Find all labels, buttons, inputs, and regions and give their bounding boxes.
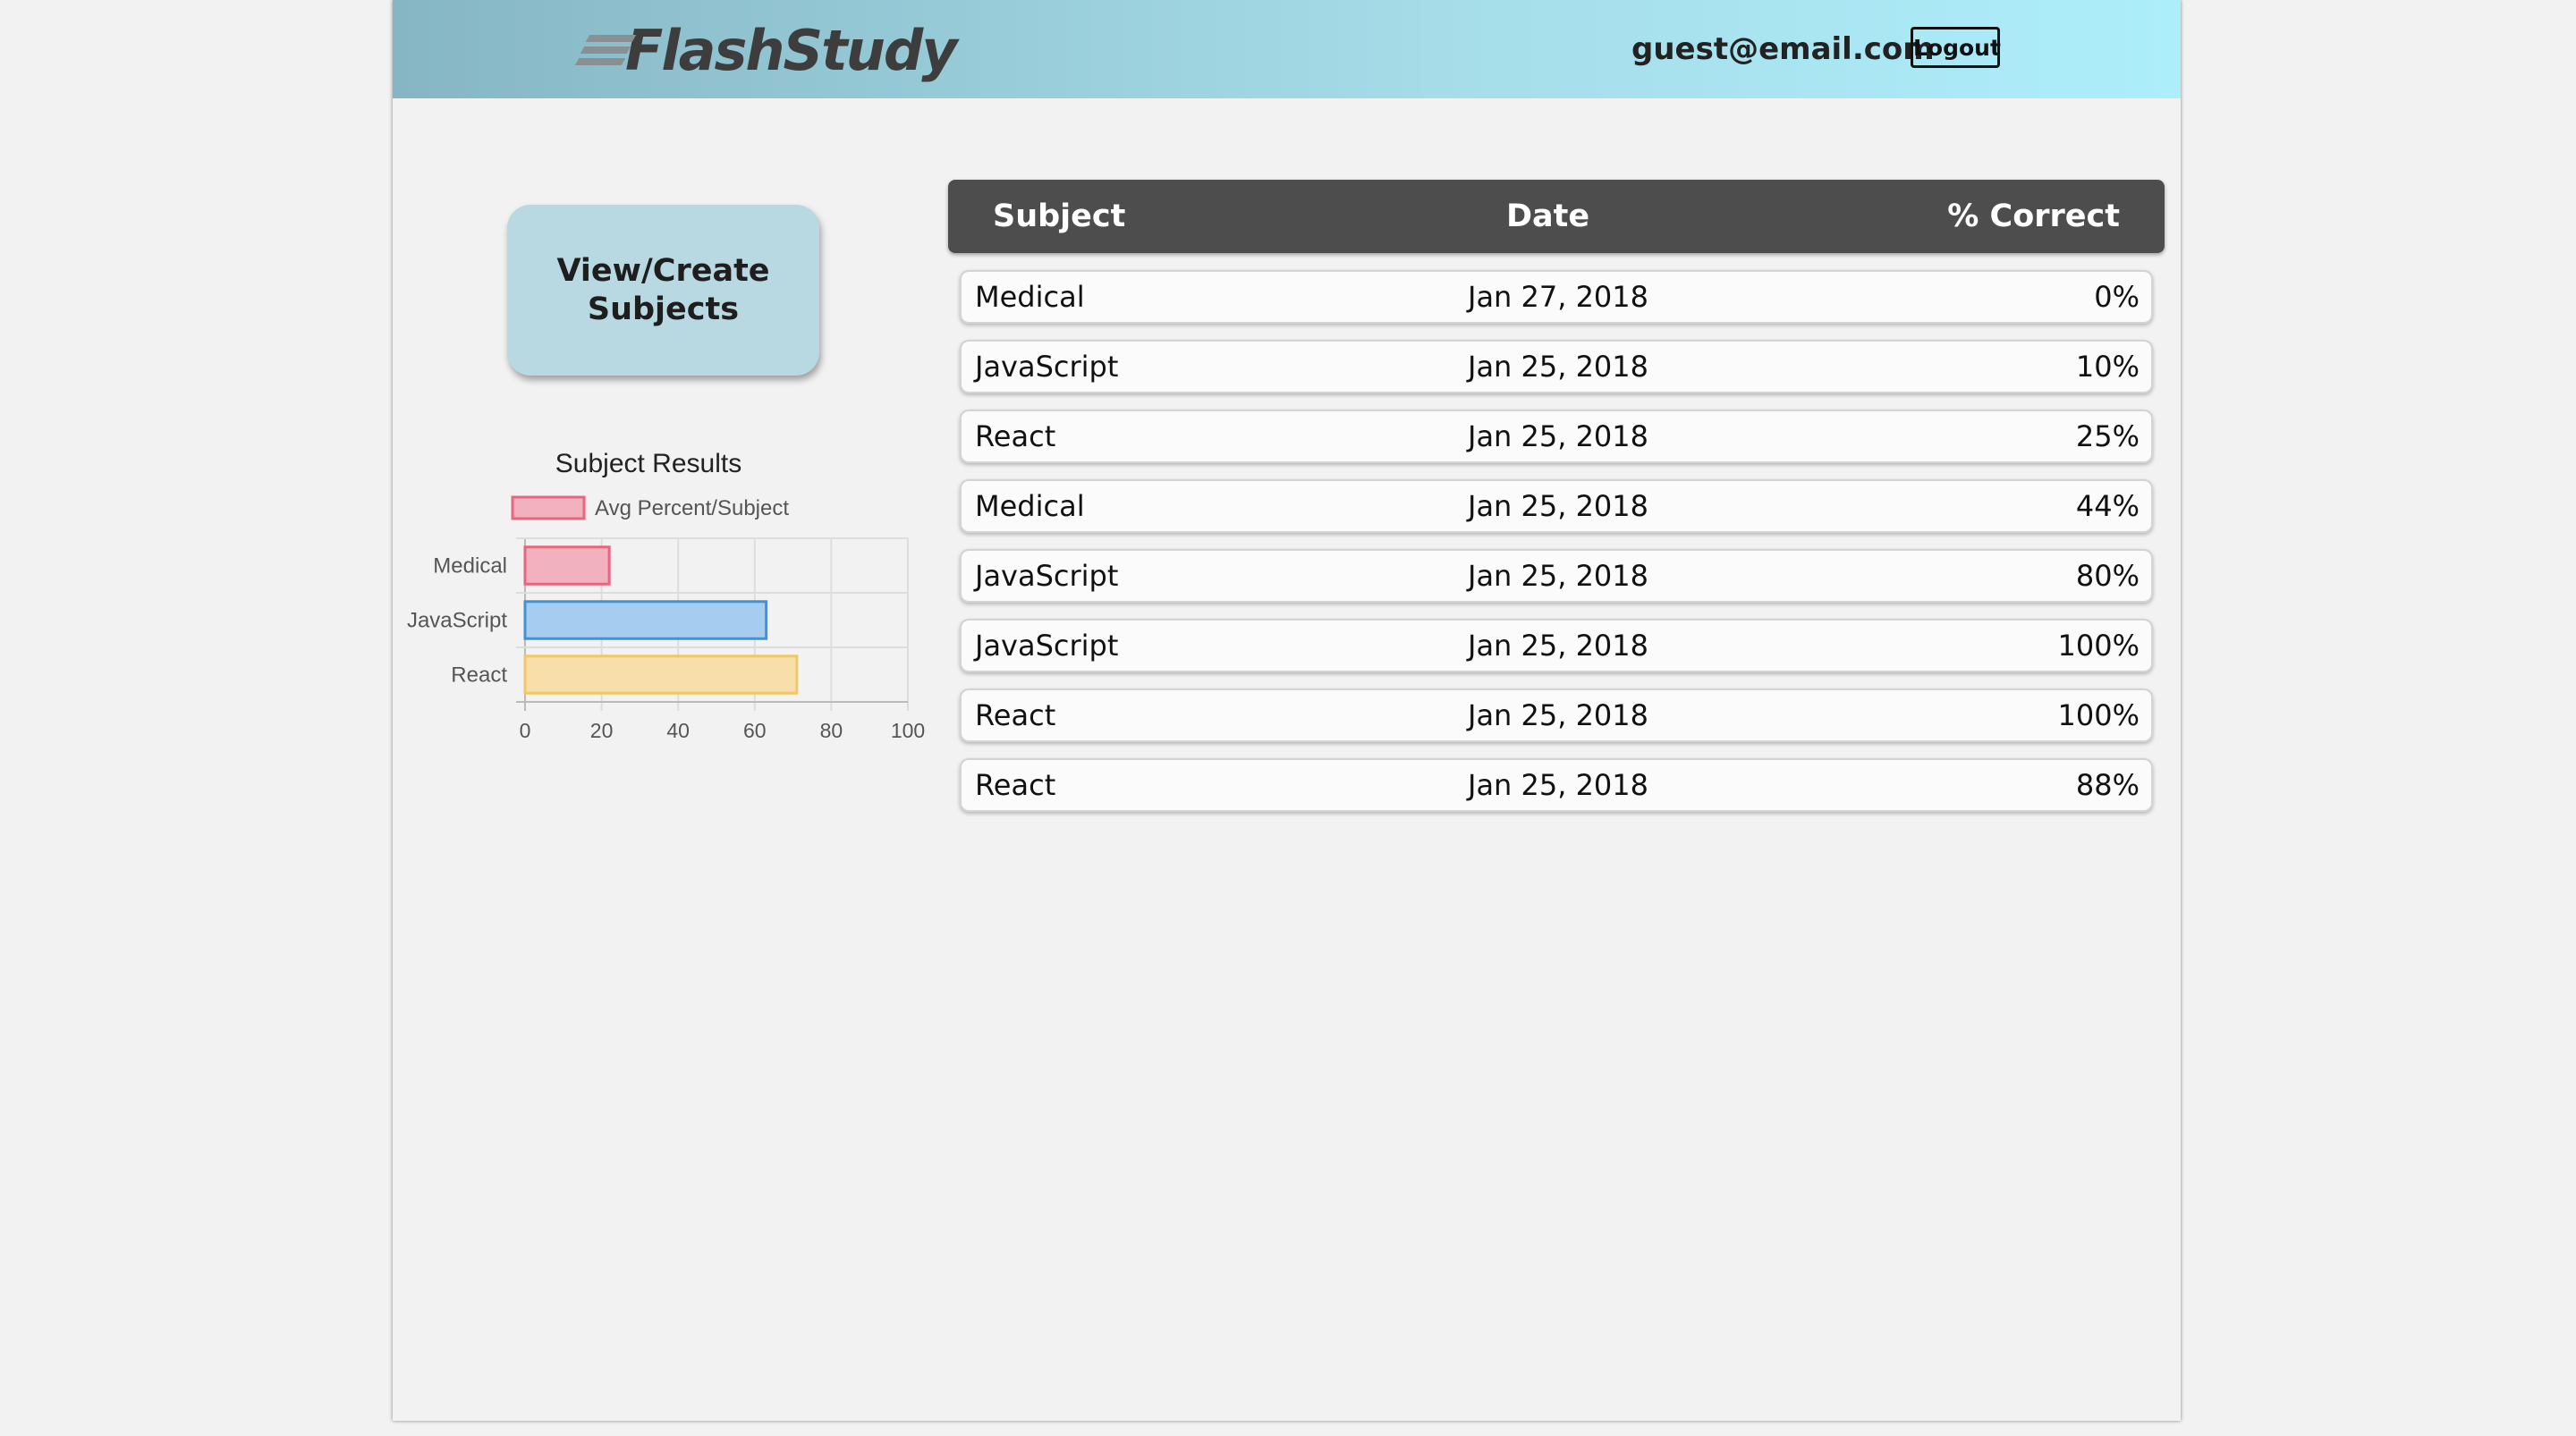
cell-percent-correct: 10% [2075, 350, 2140, 384]
logo-stripes-icon [574, 30, 638, 71]
chart-svg: Subject Results Avg Percent/Subject 0 20 40 6… [407, 449, 925, 742]
x-tick-label: 80 [820, 719, 843, 742]
table-rows: Medical Jan 27, 2018 0% JavaScript Jan 2… [960, 270, 2153, 828]
cell-percent-correct: 80% [2075, 559, 2140, 593]
table-row[interactable]: React Jan 25, 2018 88% [960, 758, 2153, 812]
table-row[interactable]: JavaScript Jan 25, 2018 100% [960, 619, 2153, 672]
table-row[interactable]: JavaScript Jan 25, 2018 80% [960, 549, 2153, 603]
table-row[interactable]: React Jan 25, 2018 100% [960, 688, 2153, 742]
app-logo[interactable]: FlashStudy [574, 17, 958, 83]
cell-date: Jan 25, 2018 [1468, 559, 1648, 593]
results-table: Subject Date % Correct Medical Jan 27, 2… [948, 180, 2165, 812]
subject-results-chart: Subject Results Avg Percent/Subject 0 20 40 6… [393, 429, 947, 769]
chart-title: Subject Results [555, 449, 741, 478]
legend-label: Avg Percent/Subject [595, 496, 789, 520]
cell-subject: React [975, 698, 1056, 732]
cell-date: Jan 25, 2018 [1468, 698, 1648, 732]
cell-percent-correct: 88% [2075, 768, 2140, 802]
cell-percent-correct: 100% [2057, 629, 2140, 663]
cell-subject: React [975, 419, 1056, 453]
app-header: FlashStudy guest@email.com Logout [393, 0, 2181, 98]
table-row[interactable]: JavaScript Jan 25, 2018 10% [960, 340, 2153, 393]
page-container: FlashStudy guest@email.com Logout View/C… [393, 0, 2181, 1421]
logo-text: FlashStudy [625, 17, 958, 83]
cell-date: Jan 25, 2018 [1468, 629, 1648, 663]
table-row[interactable]: Medical Jan 27, 2018 0% [960, 270, 2153, 324]
y-category-label: JavaScript [407, 609, 507, 633]
cell-date: Jan 25, 2018 [1468, 768, 1648, 802]
cell-date: Jan 25, 2018 [1468, 419, 1648, 453]
cell-percent-correct: 44% [2075, 489, 2140, 523]
y-category-label: Medical [433, 554, 507, 579]
column-header-subject[interactable]: Subject [993, 180, 1125, 253]
user-email: guest@email.com [1631, 31, 1935, 67]
x-tick-label: 60 [743, 719, 767, 742]
cell-percent-correct: 25% [2075, 419, 2140, 453]
cell-subject: JavaScript [975, 350, 1119, 384]
bar-medical [523, 545, 611, 586]
table-row[interactable]: Medical Jan 25, 2018 44% [960, 479, 2153, 533]
bar-react [523, 655, 799, 695]
cell-subject: React [975, 768, 1056, 802]
view-create-subjects-label: View/Create Subjects [556, 252, 770, 327]
cell-subject: JavaScript [975, 559, 1119, 593]
x-tick-label: 100 [891, 719, 925, 742]
cell-percent-correct: 100% [2057, 698, 2140, 732]
cell-date: Jan 25, 2018 [1468, 489, 1648, 523]
table-row[interactable]: React Jan 25, 2018 25% [960, 410, 2153, 463]
cell-subject: JavaScript [975, 629, 1119, 663]
table-header: Subject Date % Correct [948, 180, 2165, 253]
column-header-date[interactable]: Date [1506, 180, 1589, 253]
cell-subject: Medical [975, 489, 1085, 523]
cell-subject: Medical [975, 280, 1085, 314]
x-tick-label: 20 [590, 719, 614, 742]
logout-button[interactable]: Logout [1911, 27, 2001, 68]
y-category-label: React [451, 663, 507, 688]
legend-swatch [511, 495, 586, 520]
cell-percent-correct: 0% [2094, 280, 2140, 314]
view-create-subjects-button[interactable]: View/Create Subjects [507, 205, 819, 376]
x-tick-label: 40 [666, 719, 690, 742]
x-tick-label: 0 [520, 719, 531, 742]
column-header-percent-correct[interactable]: % Correct [1947, 180, 2120, 253]
cell-date: Jan 25, 2018 [1468, 350, 1648, 384]
bar-javascript [523, 600, 768, 640]
cell-date: Jan 27, 2018 [1468, 280, 1648, 314]
